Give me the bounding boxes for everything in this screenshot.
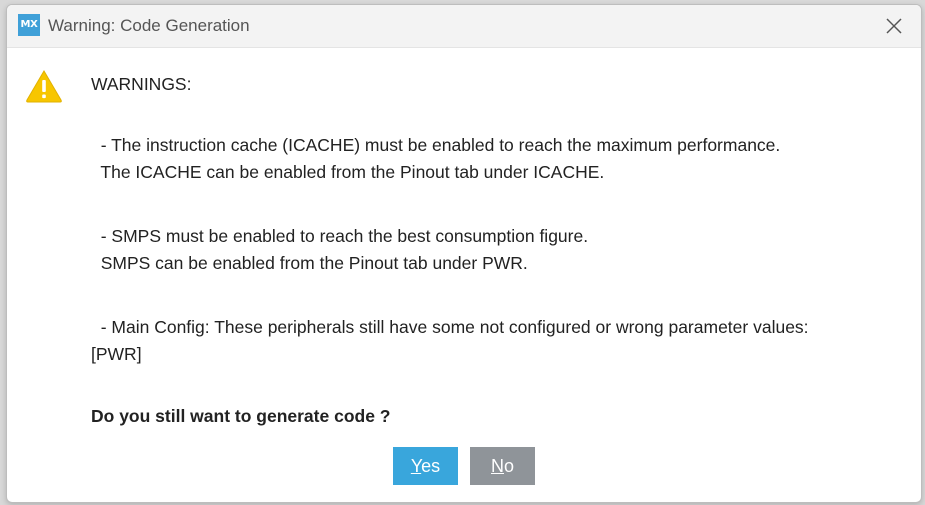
warning-line: - SMPS must be enabled to reach the best… <box>91 226 589 246</box>
warning-triangle-icon <box>26 70 62 103</box>
close-button[interactable] <box>879 11 909 41</box>
warning-line: SMPS can be enabled from the Pinout tab … <box>91 253 528 273</box>
warning-message-3: - Main Config: These peripherals still h… <box>91 314 809 368</box>
warning-line: - The instruction cache (ICACHE) must be… <box>91 135 781 155</box>
app-logo-icon: MX <box>18 14 40 36</box>
title-bar: MX Warning: Code Generation <box>7 5 921 48</box>
no-mnemonic: N <box>490 456 504 476</box>
no-button[interactable]: No <box>470 447 535 485</box>
warning-line: The ICACHE can be enabled from the Pinou… <box>91 162 605 182</box>
yes-button[interactable]: Yes <box>393 447 458 485</box>
warning-line: [PWR] <box>91 344 142 364</box>
warning-line: - Main Config: These peripherals still h… <box>91 317 809 337</box>
warning-message-2: - SMPS must be enabled to reach the best… <box>91 223 588 277</box>
window-title: Warning: Code Generation <box>48 16 250 35</box>
warning-message-1: - The instruction cache (ICACHE) must be… <box>91 132 780 186</box>
warnings-heading: WARNINGS: <box>91 74 192 94</box>
warning-dialog: MX Warning: Code Generation WARNINGS: - … <box>6 4 922 503</box>
yes-label-rest: es <box>421 456 441 476</box>
confirmation-question: Do you still want to generate code ? <box>91 406 391 426</box>
close-icon <box>886 18 902 34</box>
no-label-rest: o <box>503 456 514 476</box>
yes-mnemonic: Y <box>410 456 422 476</box>
